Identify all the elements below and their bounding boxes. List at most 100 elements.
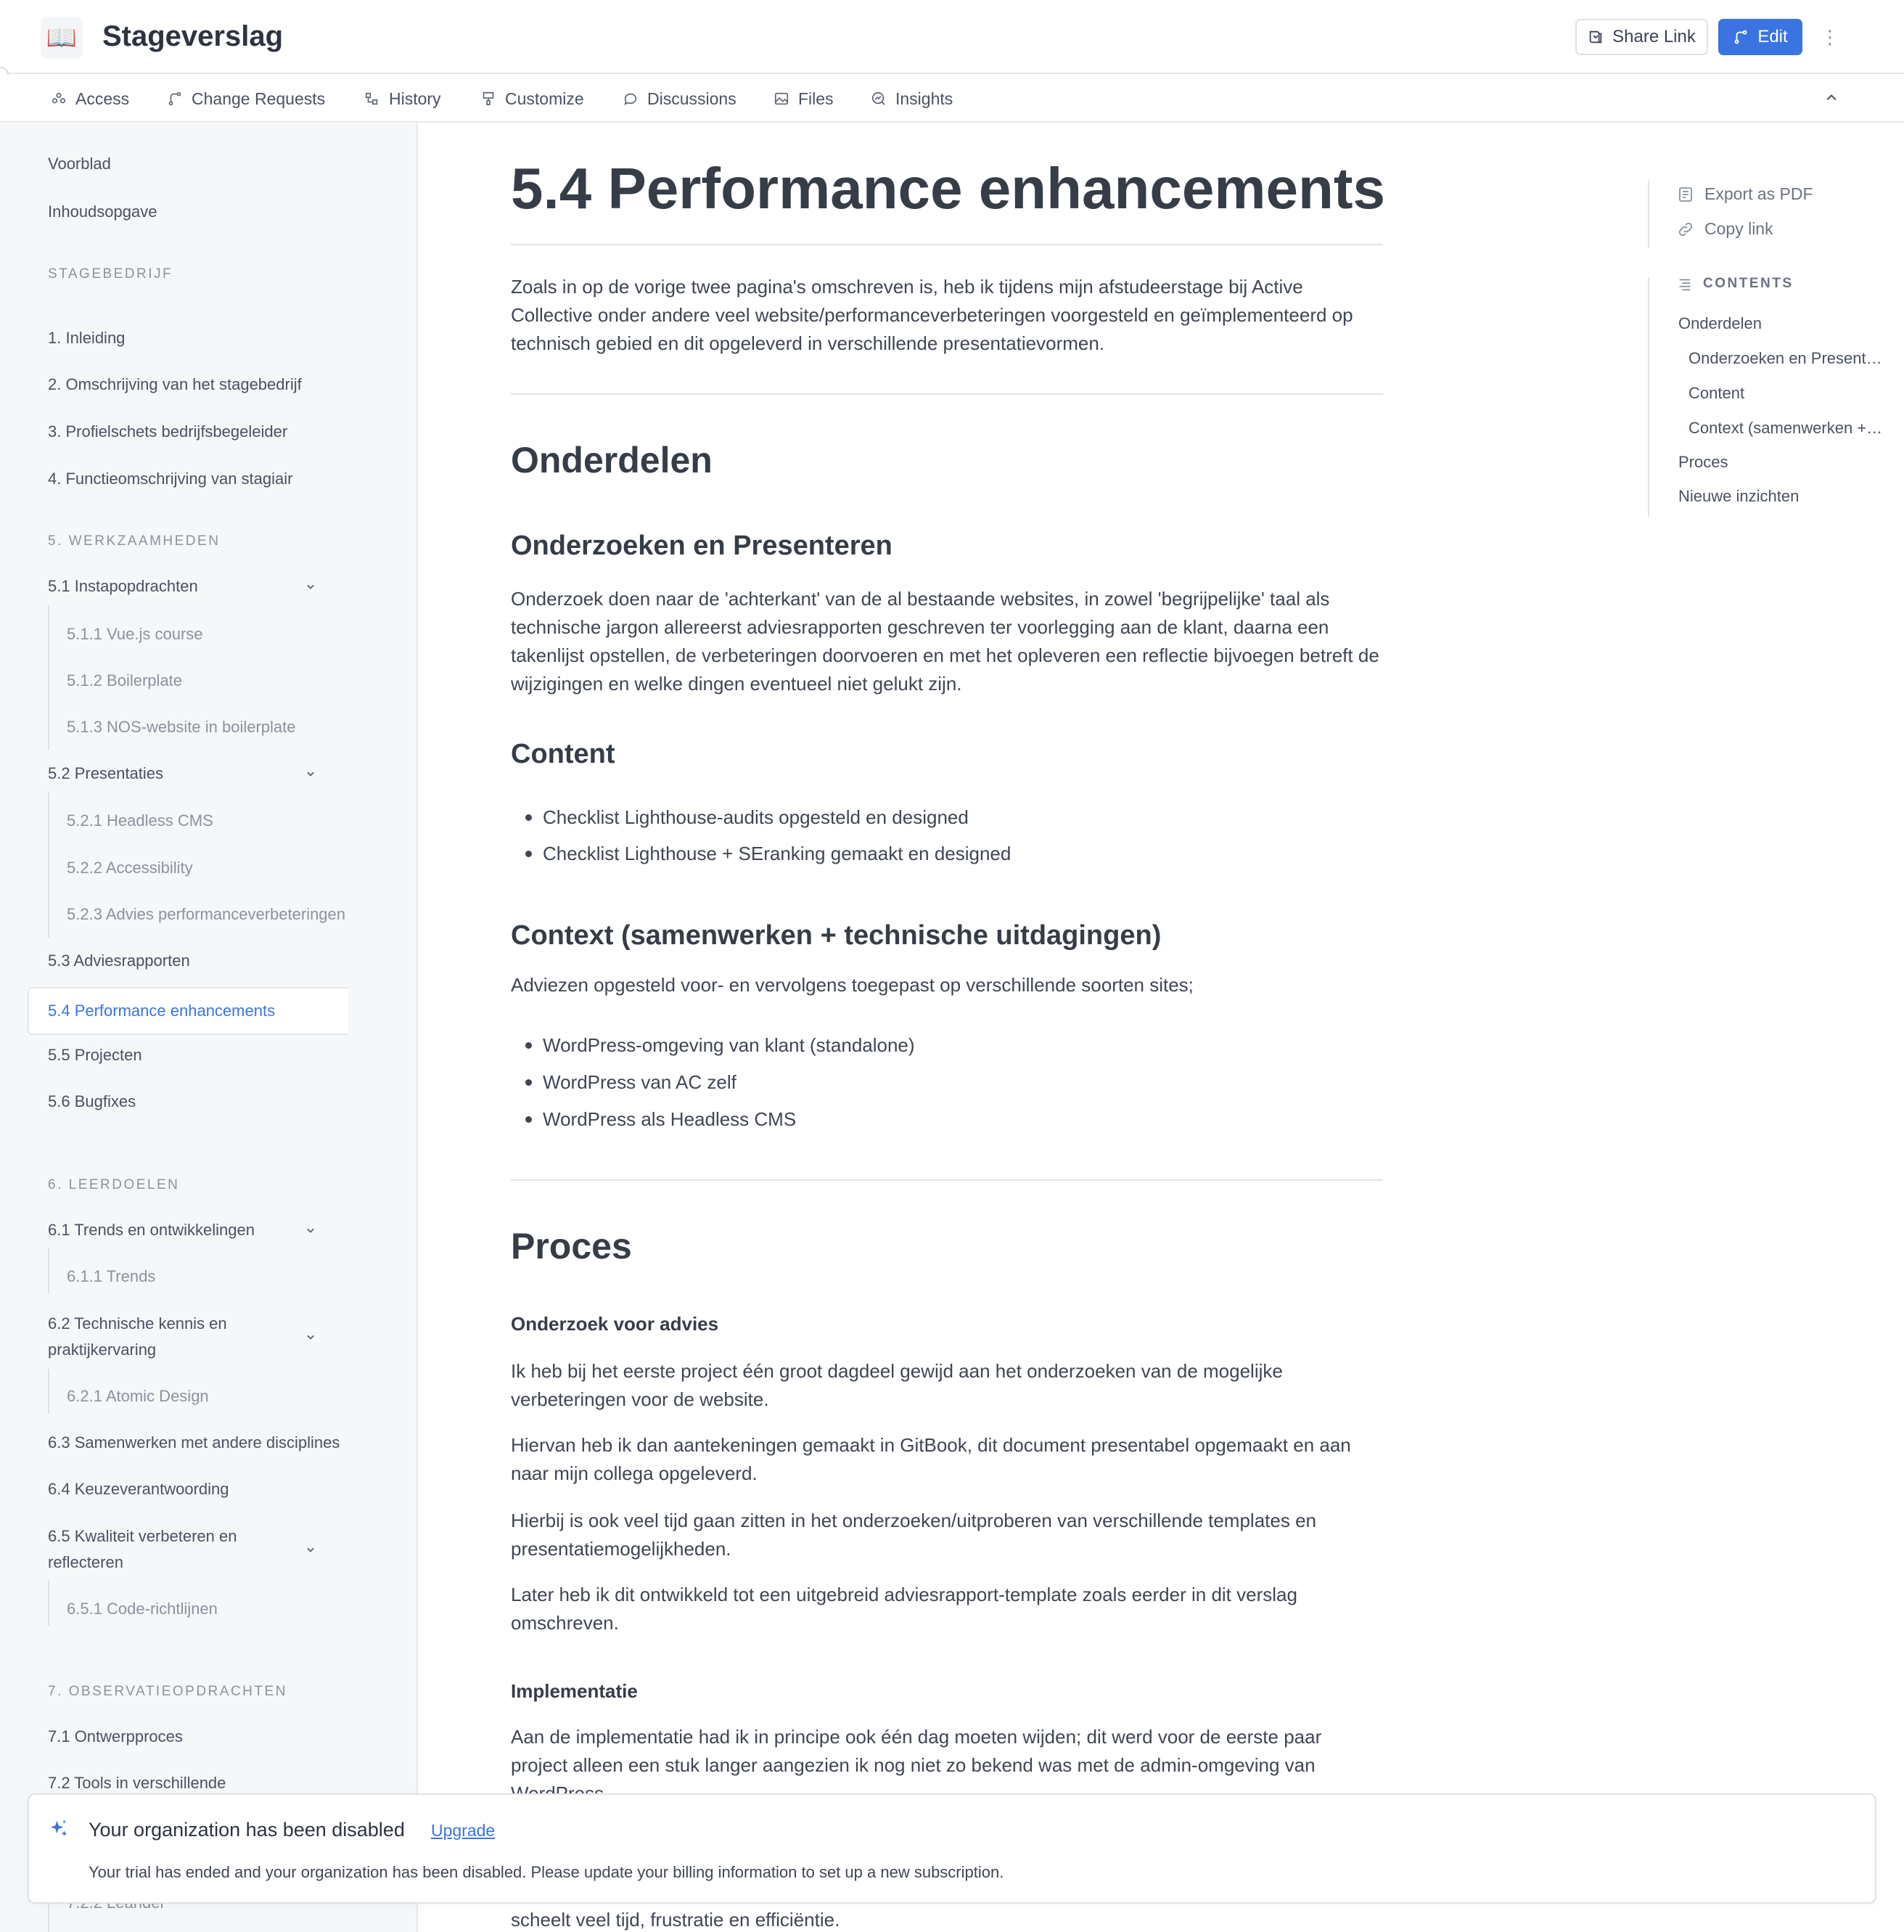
sidebar-item-6-2-1[interactable]: 6.2.1 Atomic Design <box>67 1383 209 1409</box>
list-icon <box>1679 279 1691 291</box>
sidebar-item-6-5-1[interactable]: 6.5.1 Code-richtlijnen <box>67 1596 218 1622</box>
vertical-ellipsis-icon[interactable]: ⋮ <box>1820 19 1840 55</box>
list-item: Checklist Lighthouse-audits opgesteld en… <box>525 804 969 830</box>
sidebar-item-5-1-1[interactable]: 5.1.1 Vue.js course <box>67 621 203 647</box>
tab-files[interactable]: Files <box>774 75 834 123</box>
intro-paragraph: Zoals in op de vorige twee pagina's omsc… <box>511 276 1353 354</box>
sidebar-item-5-1-3[interactable]: 5.1.3 NOS-website in boilerplate <box>67 714 296 740</box>
sidebar-item-6-2[interactable]: 6.2 Technische kennis en <box>48 1311 227 1337</box>
heading-content: Content <box>511 739 615 769</box>
sidebar-item-omschrijving[interactable]: 2. Omschrijving van het stagebedrijf <box>48 372 302 398</box>
sidebar-item-5-2-1[interactable]: 5.2.1 Headless CMS <box>67 808 213 834</box>
sidebar-item-5-5[interactable]: 5.5 Projecten <box>48 1042 142 1068</box>
paragraph-proces-1: Ik heb bij het eerste project één groot … <box>511 1360 1283 1410</box>
sidebar-item-profielschets[interactable]: 3. Profielschets bedrijfsbegeleider <box>48 419 287 445</box>
tab-label: Change Requests <box>192 89 326 108</box>
tab-label: Files <box>798 89 834 108</box>
heading-onderdelen: Onderdelen <box>511 440 713 480</box>
sidebar-item-5-2[interactable]: 5.2 Presentaties <box>48 761 163 787</box>
space-title[interactable]: Stageverslag <box>102 16 283 57</box>
sidebar-item-5-3[interactable]: 5.3 Adviesrapporten <box>48 948 190 974</box>
insights-icon <box>871 91 885 105</box>
open-book-icon[interactable]: 📖 <box>41 17 83 59</box>
sidebar-item-inleiding[interactable]: 1. Inleiding <box>48 325 125 351</box>
sidebar-item-6-2-continued[interactable]: praktijkervaring <box>48 1337 156 1363</box>
sidebar-item-6-4[interactable]: 6.4 Keuzeverantwoording <box>48 1476 229 1502</box>
banner-title: Your organization has been disabled <box>89 1819 405 1841</box>
chevron-up-icon[interactable] <box>1821 88 1842 108</box>
sidebar-item-inhoudsopgave[interactable]: Inhoudsopgave <box>48 199 157 225</box>
branch-icon <box>168 91 181 106</box>
sidebar-item-5-6[interactable]: 5.6 Bugfixes <box>48 1089 136 1115</box>
space-tab-bar: Access Change Requests History Customize… <box>0 75 1904 123</box>
sidebar-heading-werkzaamheden: 5. WERKZAAMHEDEN <box>48 533 221 549</box>
chevron-down-icon[interactable] <box>303 1223 318 1237</box>
export-pdf-button[interactable]: Export as PDF <box>1677 184 1813 204</box>
copy-link-button[interactable]: Copy link <box>1677 219 1773 239</box>
sidebar-item-7-1[interactable]: 7.1 Ontwerpproces <box>48 1724 183 1750</box>
divider <box>511 244 1383 245</box>
heading-onderzoek-voor-advies: Onderzoek voor advies <box>511 1313 719 1335</box>
sidebar-item-7-2[interactable]: 7.2 Tools in verschillende <box>48 1770 226 1796</box>
rail-divider <box>1648 180 1649 248</box>
heading-context: Context (samenwerken + technische uitdag… <box>511 920 1162 951</box>
sidebar-item-5-1-2[interactable]: 5.1.2 Boilerplate <box>67 668 182 694</box>
share-link-label: Share Link <box>1612 27 1696 46</box>
pdf-icon <box>1679 187 1692 202</box>
tab-access[interactable]: Access <box>51 75 129 123</box>
chevron-down-icon[interactable] <box>303 766 318 781</box>
paragraph-context: Adviezen opgesteld voor- en vervolgens t… <box>511 974 1194 996</box>
toc-item-onderdelen[interactable]: Onderdelen <box>1678 312 1882 335</box>
list-item: Checklist Lighthouse + SEranking gemaakt… <box>525 840 1011 867</box>
paragraph-proces-2: Hiervan heb ik dan aantekeningen gemaakt… <box>511 1434 1351 1484</box>
sidebar-item-voorblad[interactable]: Voorblad <box>48 151 111 177</box>
chevron-down-icon[interactable] <box>303 579 318 594</box>
heading-onderzoeken-presenteren: Onderzoeken en Presenteren <box>511 531 892 561</box>
page-title: 5.4 Performance enhancements <box>511 156 1385 221</box>
divider <box>511 1179 1383 1181</box>
toc-item-context[interactable]: Context (samenwerken + technische uitdag… <box>1688 417 1883 440</box>
sidebar-item-5-4-active[interactable]: 5.4 Performance enhancements <box>48 998 275 1024</box>
chevron-down-icon[interactable] <box>303 1542 318 1557</box>
sidebar-heading-stagebedrijf: STAGEBEDRIJF <box>48 266 173 282</box>
divider <box>511 393 1383 395</box>
sidebar-item-functieomschrijving[interactable]: 4. Functieomschrijving van stagiair <box>48 466 292 492</box>
export-pdf-label: Export as PDF <box>1704 184 1813 203</box>
list-item: WordPress-omgeving van klant (standalone… <box>525 1032 915 1058</box>
heading-proces: Proces <box>511 1226 632 1266</box>
sidebar-item-6-1-1[interactable]: 6.1.1 Trends <box>67 1264 155 1290</box>
tab-label: Access <box>75 89 130 108</box>
sidebar-item-6-5-continued[interactable]: reflecteren <box>48 1550 123 1576</box>
sidebar-item-6-1[interactable]: 6.1 Trends en ontwikkelingen <box>48 1217 255 1243</box>
sidebar-item-6-5[interactable]: 6.5 Kwaliteit verbeteren en <box>48 1523 237 1550</box>
toc-item-nieuwe-inzichten[interactable]: Nieuwe inzichten <box>1678 485 1882 508</box>
upgrade-link[interactable]: Upgrade <box>431 1820 495 1841</box>
image-icon <box>774 92 789 105</box>
tab-customize[interactable]: Customize <box>480 75 584 123</box>
tab-insights[interactable]: Insights <box>871 75 953 123</box>
link-icon <box>1678 222 1693 236</box>
sidebar-item-5-1[interactable]: 5.1 Instapopdrachten <box>48 573 198 599</box>
sidebar-item-5-2-3[interactable]: 5.2.3 Advies performanceverbeteringen <box>67 901 348 928</box>
share-book-icon <box>1589 30 1602 44</box>
sidebar-item-6-3[interactable]: 6.3 Samenwerken met andere disciplines <box>48 1430 350 1456</box>
sidebar-subtree-line <box>48 793 49 938</box>
tab-history[interactable]: History <box>364 75 441 123</box>
toc-item-proces[interactable]: Proces <box>1678 451 1882 474</box>
tab-label: Customize <box>505 89 584 108</box>
toc-item-content[interactable]: Content <box>1688 382 1883 405</box>
sidebar-heading-leerdoelen: 6. LEERDOELEN <box>48 1177 180 1192</box>
chevron-down-icon[interactable] <box>303 1330 318 1344</box>
sidebar-subtree-line <box>48 1248 49 1293</box>
edit-button[interactable]: Edit <box>1718 19 1802 55</box>
toc-item-onderzoeken[interactable]: Onderzoeken en Presenteren <box>1688 347 1883 370</box>
sidebar-subtree-line <box>48 1369 49 1414</box>
sidebar-heading-observatie: 7. OBSERVATIEOPDRACHTEN <box>48 1684 287 1699</box>
tab-discussions[interactable]: Discussions <box>623 75 736 123</box>
share-link-button[interactable]: Share Link <box>1575 19 1708 55</box>
tab-change-requests[interactable]: Change Requests <box>167 75 325 123</box>
contents-heading-label: CONTENTS <box>1703 276 1794 291</box>
paragraph-onderzoeken: Onderzoek doen naar de 'achterkant' van … <box>511 588 1379 695</box>
sidebar-item-5-2-2[interactable]: 5.2.2 Accessibility <box>67 855 193 881</box>
sparkle-icon <box>50 1820 67 1836</box>
